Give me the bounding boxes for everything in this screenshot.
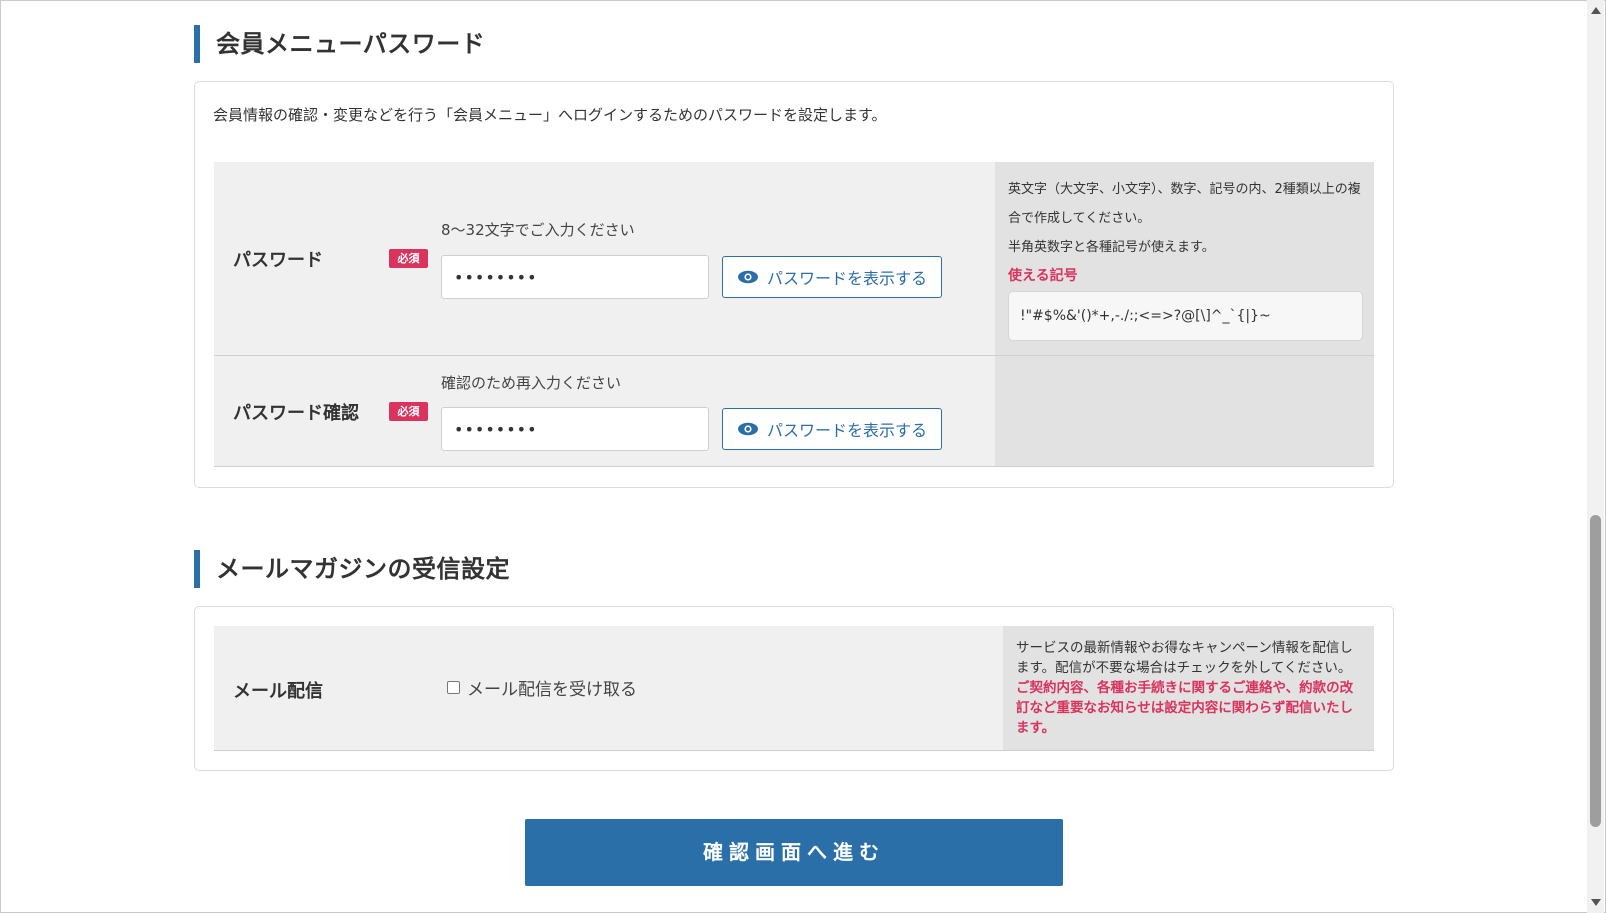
newsletter-note-important: ご契約内容、各種お手続きに関するご連絡や、約款の改訂など重要なお知らせは設定内容… bbox=[1016, 680, 1354, 736]
newsletter-card: メール配信 メール配信を受け取る サービスの最新情報やお得なキャンペーン情報を配… bbox=[194, 606, 1394, 771]
password-input[interactable] bbox=[441, 255, 709, 299]
required-badge: 必須 bbox=[389, 249, 428, 268]
newsletter-checkbox[interactable] bbox=[447, 681, 460, 694]
eye-icon bbox=[737, 422, 758, 436]
newsletter-note-panel: サービスの最新情報やお得なキャンペーン情報を配信します。配信が不要な場合はチェッ… bbox=[1003, 626, 1374, 750]
password-confirm-side-panel bbox=[995, 356, 1374, 466]
required-badge: 必須 bbox=[389, 402, 428, 421]
show-password-confirm-label: パスワードを表示する bbox=[766, 421, 927, 440]
scroll-down-arrow-icon[interactable] bbox=[1591, 899, 1601, 906]
rules-line-2: 合で作成してください。 bbox=[1008, 211, 1151, 226]
rules-line-1: 英文字（大文字、小文字）、数字、記号の内、2種類以上の複 bbox=[1008, 182, 1361, 197]
symbols-heading: 使える記号 bbox=[1008, 268, 1078, 284]
newsletter-checkbox-control[interactable]: メール配信を受け取る bbox=[447, 675, 637, 700]
show-password-label: パスワードを表示する bbox=[766, 269, 927, 288]
allowed-symbols-box: !"#$%&'()*+,-./:;<=>?@[\]^_`{|}~ bbox=[1008, 291, 1363, 341]
password-rules-panel: 英文字（大文字、小文字）、数字、記号の内、2種類以上の複 合で作成してください。… bbox=[995, 162, 1374, 355]
show-password-confirm-button[interactable]: パスワードを表示する bbox=[722, 408, 942, 450]
newsletter-row: メール配信 メール配信を受け取る サービスの最新情報やお得なキャンペーン情報を配… bbox=[214, 626, 1374, 751]
vertical-scrollbar[interactable] bbox=[1587, 0, 1604, 913]
scroll-up-arrow-icon[interactable] bbox=[1591, 7, 1601, 14]
page-content: 会員メニューパスワード 会員情報の確認・変更などを行う「会員メニュー」へログイン… bbox=[0, 0, 1587, 913]
password-label: パスワード bbox=[233, 250, 323, 271]
password-confirm-label: パスワード確認 bbox=[233, 403, 359, 424]
password-confirm-input[interactable] bbox=[441, 407, 709, 451]
newsletter-checkbox-label[interactable]: メール配信を受け取る bbox=[467, 675, 637, 700]
show-password-button[interactable]: パスワードを表示する bbox=[722, 256, 942, 298]
newsletter-note: サービスの最新情報やお得なキャンペーン情報を配信します。配信が不要な場合はチェッ… bbox=[1016, 638, 1363, 738]
eye-icon bbox=[737, 270, 758, 284]
password-hint: 8～32文字でご入力ください bbox=[441, 221, 635, 239]
password-row: パスワード 必須 8～32文字でご入力ください パスワードを表示する 英文字（大… bbox=[214, 162, 1374, 356]
password-card: 会員情報の確認・変更などを行う「会員メニュー」へログインするためのパスワードを設… bbox=[194, 81, 1394, 488]
password-rules-text: 英文字（大文字、小文字）、数字、記号の内、2種類以上の複 合で作成してください。… bbox=[1008, 175, 1364, 291]
newsletter-section-title: メールマガジンの受信設定 bbox=[194, 550, 510, 588]
password-confirm-row: パスワード確認 必須 確認のため再入力ください パスワードを表示する bbox=[214, 356, 1374, 467]
password-section-title: 会員メニューパスワード bbox=[194, 25, 485, 63]
proceed-to-confirm-button[interactable]: 確認画面へ進む bbox=[525, 819, 1063, 886]
rules-line-3: 半角英数字と各種記号が使えます。 bbox=[1008, 240, 1215, 255]
newsletter-table: メール配信 メール配信を受け取る サービスの最新情報やお得なキャンペーン情報を配… bbox=[214, 626, 1374, 751]
password-intro-text: 会員情報の確認・変更などを行う「会員メニュー」へログインするためのパスワードを設… bbox=[213, 106, 887, 124]
password-table: パスワード 必須 8～32文字でご入力ください パスワードを表示する 英文字（大… bbox=[214, 162, 1374, 468]
newsletter-label: メール配信 bbox=[233, 681, 323, 702]
scrollbar-thumb[interactable] bbox=[1590, 515, 1601, 827]
newsletter-note-normal: サービスの最新情報やお得なキャンペーン情報を配信します。配信が不要な場合はチェッ… bbox=[1016, 640, 1353, 676]
password-confirm-hint: 確認のため再入力ください bbox=[441, 374, 622, 392]
